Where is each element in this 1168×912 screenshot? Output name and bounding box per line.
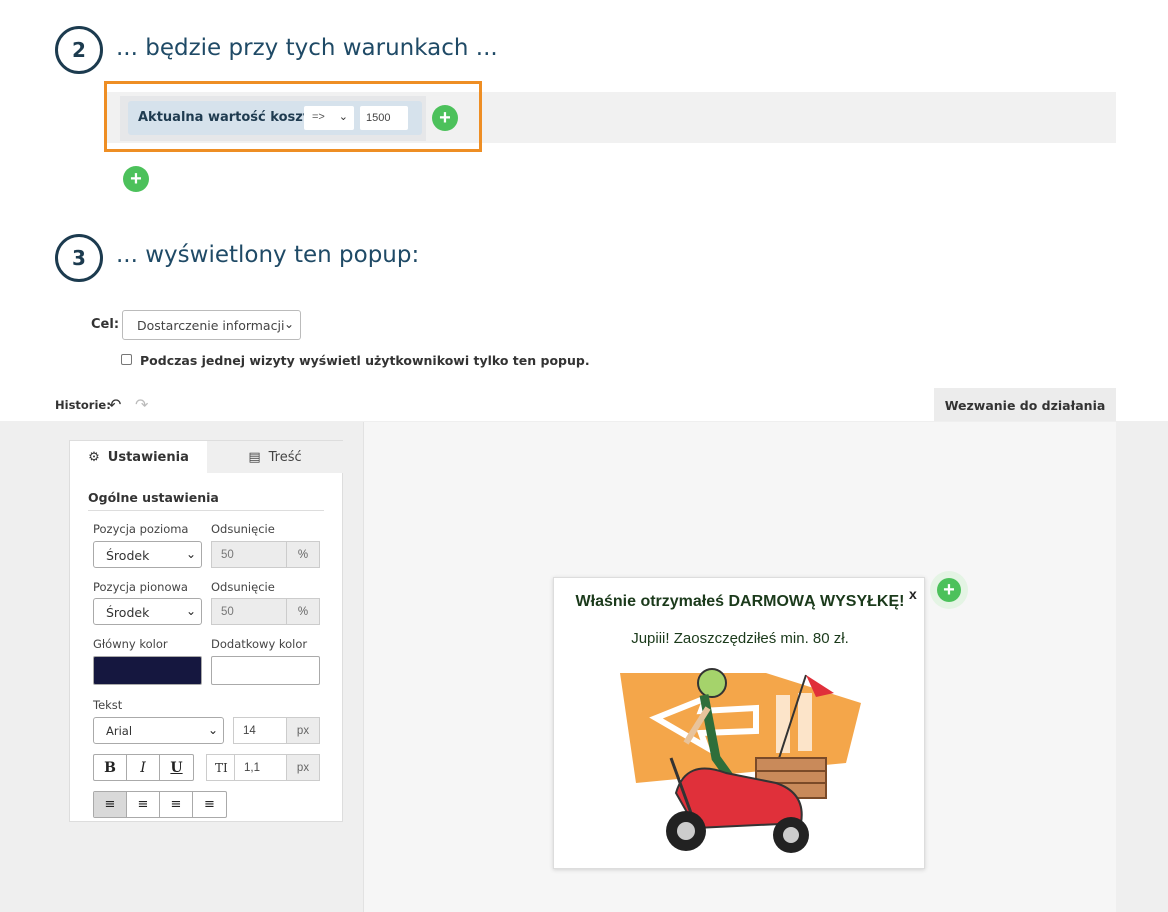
tab-settings[interactable]: ⚙ Ustawienia bbox=[70, 441, 207, 473]
font-size-input[interactable]: 14 bbox=[233, 717, 287, 744]
italic-button[interactable]: I bbox=[127, 755, 160, 780]
horizontal-position-value: Środek bbox=[106, 548, 150, 563]
divider bbox=[88, 510, 324, 511]
font-family-value: Arial bbox=[106, 724, 133, 738]
vertical-offset-input[interactable]: 50 bbox=[211, 598, 287, 625]
add-condition-and-button[interactable]: + bbox=[432, 105, 458, 131]
gear-icon: ⚙ bbox=[88, 449, 100, 465]
content-icon: ▤ bbox=[248, 449, 261, 465]
add-element-button[interactable]: + bbox=[930, 571, 968, 609]
font-size-unit: px bbox=[287, 717, 320, 744]
vertical-offset-label: Odsunięcie bbox=[211, 580, 275, 594]
align-right-button[interactable]: ≡ bbox=[160, 792, 193, 817]
line-height-icon: TI bbox=[206, 754, 235, 781]
cta-tab[interactable]: Wezwanie do działania bbox=[934, 388, 1116, 422]
text-settings-label: Tekst bbox=[93, 698, 123, 712]
popup-title[interactable]: Właśnie otrzymałeś DARMOWĄ WYSYŁKĘ! bbox=[554, 593, 926, 611]
chevron-down-icon: ⌄ bbox=[207, 723, 218, 737]
delivery-scooter-image[interactable] bbox=[616, 663, 866, 863]
condition-operator-value: => bbox=[312, 111, 325, 123]
bold-button[interactable]: B bbox=[94, 755, 127, 780]
vertical-position-select[interactable]: Środek ⌄ bbox=[93, 598, 202, 625]
main-color-label: Główny kolor bbox=[93, 637, 168, 651]
chevron-down-icon: ⌄ bbox=[283, 317, 294, 331]
line-height-unit: px bbox=[287, 754, 320, 781]
step-3-title: ... wyświetlony ten popup: bbox=[116, 242, 420, 268]
goal-select[interactable]: Dostarczenie informacji ⌄ bbox=[122, 310, 301, 340]
font-family-select[interactable]: Arial ⌄ bbox=[93, 717, 224, 744]
tab-content[interactable]: ▤ Treść bbox=[207, 441, 343, 473]
condition-operator-select[interactable]: => ⌄ bbox=[304, 106, 354, 130]
horizontal-position-label: Pozycja pozioma bbox=[93, 522, 189, 536]
general-settings-heading: Ogólne ustawienia bbox=[88, 490, 219, 505]
vertical-offset-unit: % bbox=[287, 598, 320, 625]
settings-panel: ⚙ Ustawienia ▤ Treść Ogólne ustawienia P… bbox=[69, 440, 343, 822]
text-align-buttons: ≡ ≡ ≡ ≡ bbox=[93, 791, 227, 818]
underline-button[interactable]: U bbox=[160, 755, 193, 780]
text-format-buttons: B I U bbox=[93, 754, 194, 781]
condition-value-input[interactable]: 1500 bbox=[360, 106, 408, 130]
horizontal-offset-label: Odsunięcie bbox=[211, 522, 275, 536]
single-popup-checkbox[interactable] bbox=[121, 354, 132, 365]
goal-selected-value: Dostarczenie informacji bbox=[137, 318, 285, 333]
extra-color-label: Dodatkowy kolor bbox=[211, 637, 308, 651]
single-popup-checkbox-label: Podczas jednej wizyty wyświetl użytkowni… bbox=[140, 353, 590, 368]
vertical-position-label: Pozycja pionowa bbox=[93, 580, 188, 594]
align-left-button[interactable]: ≡ bbox=[94, 792, 127, 817]
popup-subtitle[interactable]: Jupiii! Zaoszczędziłeś min. 80 zł. bbox=[554, 630, 926, 647]
tab-settings-label: Ustawienia bbox=[107, 449, 189, 465]
chevron-down-icon: ⌄ bbox=[185, 604, 196, 618]
horizontal-offset-input[interactable]: 50 bbox=[211, 541, 287, 568]
align-center-button[interactable]: ≡ bbox=[127, 792, 160, 817]
undo-icon[interactable]: ↶ bbox=[108, 395, 121, 415]
popup-preview[interactable]: Właśnie otrzymałeś DARMOWĄ WYSYŁKĘ! x Ju… bbox=[553, 577, 925, 869]
align-justify-button[interactable]: ≡ bbox=[193, 792, 226, 817]
popup-close-button[interactable]: x bbox=[909, 586, 917, 602]
history-label: Historie: bbox=[55, 398, 111, 412]
step-3-number: 3 bbox=[55, 234, 103, 282]
redo-icon[interactable]: ↷ bbox=[135, 395, 148, 415]
main-color-swatch[interactable] bbox=[93, 656, 202, 685]
extra-color-swatch[interactable] bbox=[211, 656, 320, 685]
chevron-down-icon: ⌄ bbox=[338, 111, 348, 123]
tab-content-label: Treść bbox=[268, 449, 302, 465]
step-2-number: 2 bbox=[55, 26, 103, 74]
line-height-input[interactable]: 1,1 bbox=[234, 754, 287, 781]
add-condition-group-button[interactable]: + bbox=[123, 166, 149, 192]
chevron-down-icon: ⌄ bbox=[185, 547, 196, 561]
goal-label: Cel: bbox=[91, 317, 120, 332]
step-2-title: ... będzie przy tych warunkach ... bbox=[116, 35, 498, 61]
plus-icon: + bbox=[937, 578, 961, 602]
condition-label: Aktualna wartość koszyka bbox=[138, 110, 329, 125]
horizontal-position-select[interactable]: Środek ⌄ bbox=[93, 541, 202, 568]
horizontal-offset-unit: % bbox=[287, 541, 320, 568]
vertical-position-value: Środek bbox=[106, 605, 150, 620]
